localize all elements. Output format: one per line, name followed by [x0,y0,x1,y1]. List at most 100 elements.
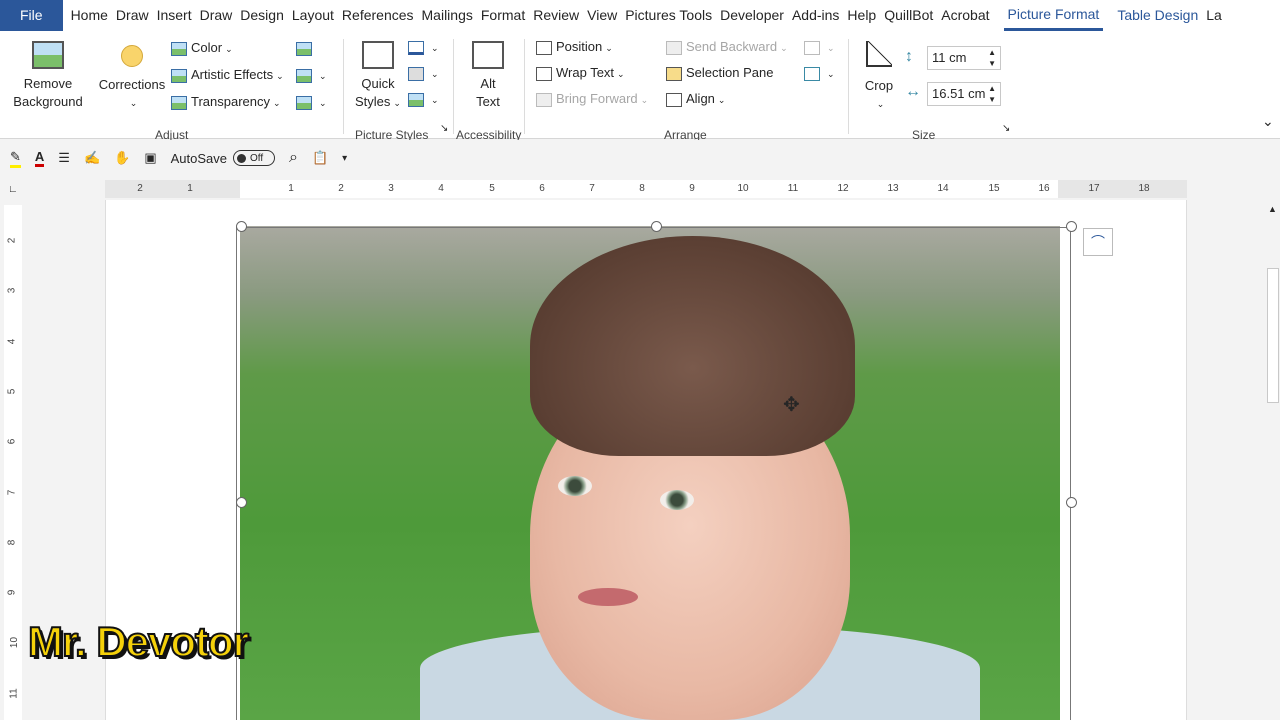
vertical-ruler[interactable]: 2 3 4 5 6 7 8 9 10 11 [4,205,22,720]
compress-icon [296,41,312,56]
customize-qat-icon[interactable]: ▾ [342,153,347,164]
quick-styles-button[interactable]: Quick Styles ⌄ [352,41,404,112]
label: Artistic Effects [191,67,274,82]
tab-picture-format[interactable]: Picture Format [1003,0,1104,31]
align-icon[interactable]: ☰ [58,150,70,166]
remove-background-button[interactable]: Remove Background [10,41,86,111]
label: Crop [864,78,894,93]
spin-arrows-icon[interactable]: ▲ ▼ [988,47,996,69]
width-value: 16.51 cm [932,86,986,101]
quick-styles-icon [362,41,394,69]
tab-add-ins[interactable]: Add-ins [788,0,843,31]
clipboard-icon[interactable]: 📋 [312,150,328,166]
resize-handle[interactable] [1066,221,1077,232]
ruler-number: 17 [1088,183,1100,194]
tab-insert[interactable]: Insert [153,0,196,31]
label: Selection Pane [686,65,774,80]
ruler-number: 3 [388,183,394,194]
autosave-toggle[interactable]: Off [233,150,275,166]
vertical-scrollbar[interactable]: ▲ [1266,200,1280,720]
resize-handle[interactable] [236,221,247,232]
transparency-button[interactable]: Transparency ⌄ [171,94,281,110]
highlighter-icon[interactable]: ✎ [10,149,21,168]
tab-help[interactable]: Help [843,0,880,31]
tab-format[interactable]: Format [477,0,529,31]
toggle-label: Off [250,152,264,164]
width-icon: ↔ [905,83,921,100]
height-icon: ↕ [905,48,913,65]
crop-button[interactable]: Crop ⌄ [858,41,900,113]
reset-picture-button[interactable]: ⌄ [296,94,327,110]
tab-pictures-tools[interactable]: Pictures Tools [621,0,716,31]
selection-pane-button[interactable]: Selection Pane [666,65,773,81]
ruler-number: 2 [6,237,18,244]
picture-effects-button[interactable]: ⌄ [408,65,439,81]
collapse-ribbon-icon[interactable]: ⌄ [1262,113,1274,130]
draw-icon[interactable]: ✍ [84,150,100,166]
corrections-button[interactable]: Corrections ⌄ [96,41,168,112]
wrap-text-icon [536,66,552,81]
ruler-number: 3 [6,288,18,294]
tab-draw[interactable]: Draw [196,0,237,31]
tab-draw[interactable]: Draw [112,0,153,31]
ruler-number: 13 [887,183,899,194]
horizontal-ruler[interactable]: 2 1 1 2 3 4 5 6 7 8 9 10 11 12 13 14 15 16 17 18 [105,180,1187,198]
tab-quillbot[interactable]: QuillBot [880,0,937,31]
position-button[interactable]: Position ⌄ [536,39,613,55]
artistic-effects-button[interactable]: Artistic Effects ⌄ [171,67,284,83]
color-button[interactable]: Color ⌄ [171,40,233,56]
tab-la[interactable]: La [1202,0,1226,31]
ruler-number: 1 [288,183,294,194]
compress-pictures-button[interactable] [296,40,316,56]
tab-design[interactable]: Design [236,0,288,31]
label: Styles [355,94,391,109]
ruler-number: 5 [6,388,18,395]
send-backward-button[interactable]: Send Backward ⌄ [666,39,788,55]
image-icon[interactable]: ▣ [144,150,156,166]
dialog-launcher-icon[interactable]: ↘ [440,123,448,134]
remove-background-icon [32,41,64,69]
tab-mailings[interactable]: Mailings [418,0,477,31]
divider [453,39,454,134]
tab-layout[interactable]: Layout [288,0,338,31]
group-button[interactable]: ⌄ [804,39,835,55]
height-input[interactable]: 11 cm ▲ ▼ [927,46,1001,70]
tab-file[interactable]: File [0,0,63,31]
tab-table-design[interactable]: Table Design [1113,0,1202,31]
resize-handle[interactable] [1066,497,1077,508]
resize-handle[interactable] [236,497,247,508]
hand-icon[interactable]: ✋ [114,150,130,166]
tab-references[interactable]: References [338,0,418,31]
align-button[interactable]: Align ⌄ [666,91,725,107]
rotate-button[interactable]: ⌄ [804,65,835,81]
picture-layout-button[interactable]: ⌄ [408,91,439,107]
picture-border-button[interactable]: ⌄ [408,39,439,55]
ruler-number: 9 [6,589,18,596]
font-color-icon[interactable]: A [34,149,45,167]
spin-arrows-icon[interactable]: ▲ ▼ [988,83,996,105]
search-icon[interactable]: ⌕ [289,149,298,167]
tab-selector-icon[interactable]: ∟ [8,184,18,195]
resize-handle[interactable] [651,221,662,232]
width-input[interactable]: 16.51 cm ▲ ▼ [927,82,1001,106]
tab-developer[interactable]: Developer [716,0,788,31]
ruler-number: 9 [689,183,695,194]
alt-text-button[interactable]: Alt Text [466,41,510,111]
layout-options-icon[interactable]: ⌒ [1083,228,1113,256]
tab-review[interactable]: Review [529,0,583,31]
picture-layout-icon [408,92,424,107]
autosave-label: AutoSave [170,150,227,166]
wrap-text-button[interactable]: Wrap Text ⌄ [536,65,625,81]
tab-acrobat[interactable]: Acrobat [937,0,993,31]
bring-forward-button[interactable]: Bring Forward ⌄ [536,91,648,107]
tab-view[interactable]: View [583,0,621,31]
dialog-launcher-icon[interactable]: ↘ [1002,123,1010,134]
ruler-number: 10 [9,637,21,649]
ribbon-picture-format: Remove Background Corrections ⌄ Color ⌄ Art… [0,31,1280,142]
divider [848,39,849,134]
label: Transparency [191,94,270,109]
ruler-number: 18 [1138,183,1150,194]
tab-home[interactable]: Home [67,0,112,31]
chevron-down-icon: ⌄ [129,98,138,108]
change-picture-button[interactable]: ⌄ [296,67,327,83]
